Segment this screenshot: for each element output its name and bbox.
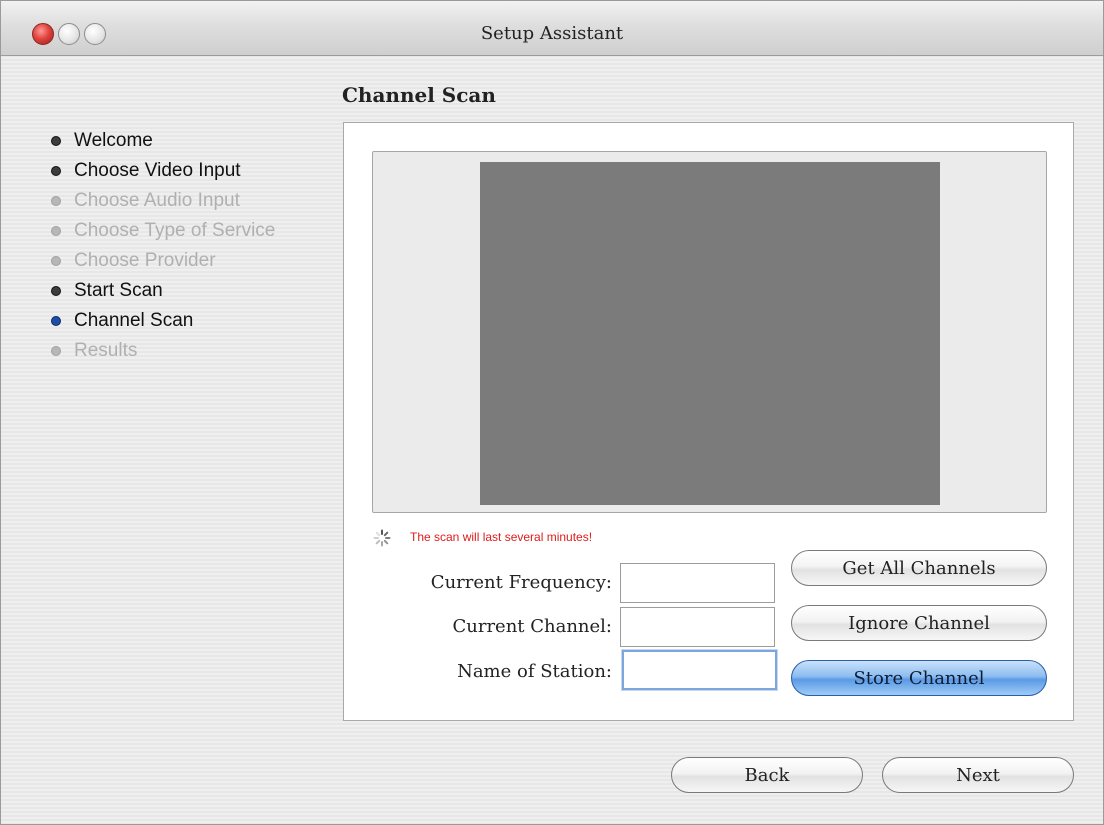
step-label: Choose Video Input — [74, 160, 241, 181]
step-label: Channel Scan — [74, 310, 194, 331]
step-pending-icon — [51, 256, 61, 266]
step-start-scan: Start Scan — [51, 276, 275, 306]
ignore-channel-button[interactable]: Ignore Channel — [791, 605, 1047, 641]
step-channel-scan: Channel Scan — [51, 306, 275, 336]
station-name-label: Name of Station: — [457, 661, 612, 682]
step-done-icon — [51, 286, 61, 296]
step-label: Choose Type of Service — [74, 220, 276, 241]
get-all-channels-button[interactable]: Get All Channels — [791, 550, 1047, 586]
current-channel-field[interactable] — [620, 607, 775, 647]
step-done-icon — [51, 166, 61, 176]
step-label: Choose Audio Input — [74, 190, 240, 211]
title-bar[interactable]: Setup Assistant — [1, 1, 1103, 56]
step-pending-icon — [51, 346, 61, 356]
back-button[interactable]: Back — [671, 757, 863, 793]
step-welcome: Welcome — [51, 126, 275, 156]
step-label: Results — [74, 340, 138, 361]
step-current-icon — [51, 316, 61, 326]
step-label: Start Scan — [74, 280, 163, 301]
next-button[interactable]: Next — [882, 757, 1074, 793]
progress-spinner-icon — [373, 529, 391, 547]
video-preview-frame — [372, 151, 1047, 513]
current-frequency-field[interactable] — [620, 563, 775, 603]
step-label: Welcome — [74, 130, 153, 151]
station-name-field[interactable] — [622, 650, 777, 690]
channel-scan-panel: The scan will last several minutes! Curr… — [343, 122, 1074, 721]
step-results: Results — [51, 336, 275, 366]
video-preview — [480, 162, 940, 505]
panel-title: Channel Scan — [342, 83, 496, 107]
step-pending-icon — [51, 196, 61, 206]
step-choose-provider: Choose Provider — [51, 246, 275, 276]
step-choose-video-input: Choose Video Input — [51, 156, 275, 186]
current-channel-label: Current Channel: — [452, 616, 612, 637]
steps-sidebar: Welcome Choose Video Input Choose Audio … — [51, 126, 275, 366]
window-title: Setup Assistant — [480, 23, 624, 44]
step-label: Choose Provider — [74, 250, 216, 271]
store-channel-button[interactable]: Store Channel — [791, 660, 1047, 696]
step-choose-type-of-service: Choose Type of Service — [51, 216, 275, 246]
scan-status-message: The scan will last several minutes! — [410, 530, 593, 544]
step-pending-icon — [51, 226, 61, 236]
setup-assistant-window: Setup Assistant Welcome Choose Video Inp… — [0, 0, 1104, 825]
current-frequency-label: Current Frequency: — [430, 572, 612, 593]
step-choose-audio-input: Choose Audio Input — [51, 186, 275, 216]
step-done-icon — [51, 136, 61, 146]
